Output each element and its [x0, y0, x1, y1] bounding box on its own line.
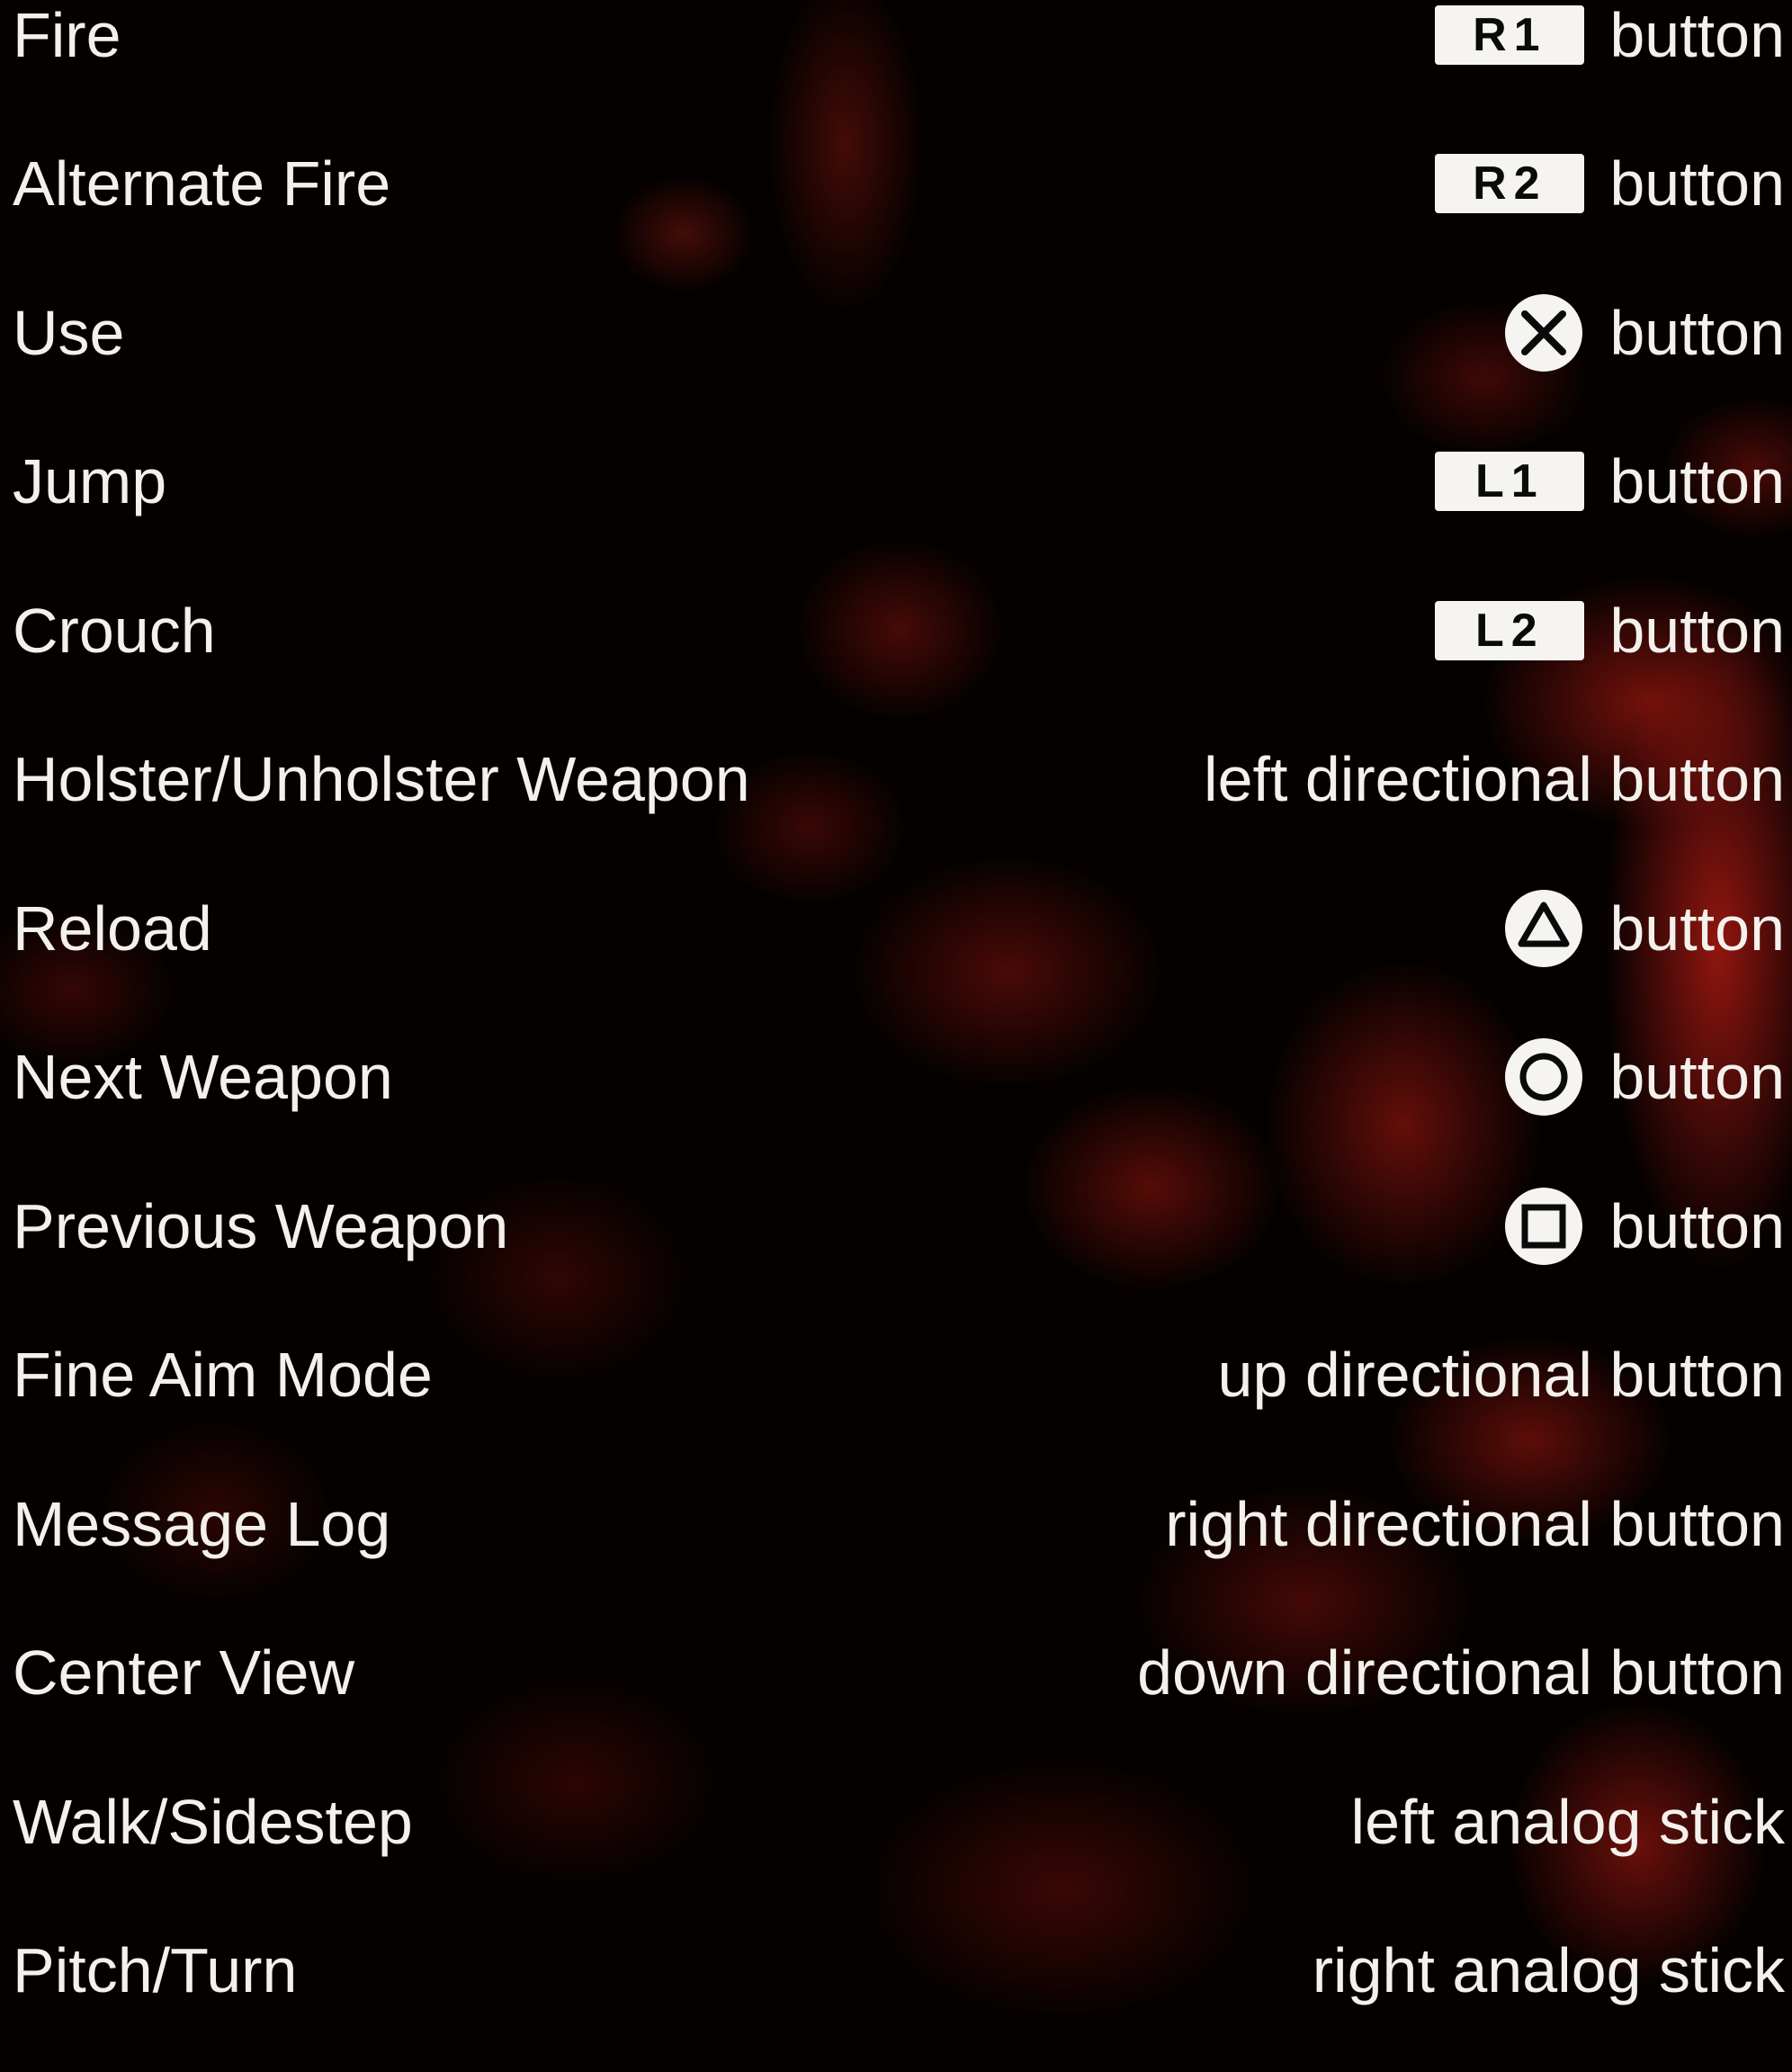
- control-row-crouch: Crouch L2 button: [13, 583, 1785, 732]
- l2-key-icon: L2: [1435, 601, 1585, 660]
- binding: L1 button: [1435, 434, 1785, 529]
- binding-label: button: [1609, 148, 1785, 219]
- control-row-previous-weapon: Previous Weapon button: [13, 1179, 1785, 1328]
- r2-key-icon: R2: [1435, 154, 1585, 213]
- l1-key-icon: L1: [1435, 452, 1585, 511]
- binding: L2 button: [1435, 583, 1785, 678]
- control-row-use: Use button: [13, 285, 1785, 435]
- binding-label: button: [1609, 596, 1785, 666]
- triangle-icon: [1503, 888, 1584, 969]
- action-label: Reload: [13, 893, 212, 964]
- binding-label: up directional button: [1217, 1340, 1785, 1410]
- control-row-fire: Fire R1 button: [13, 0, 1785, 137]
- binding-label: button: [1609, 1042, 1785, 1112]
- cross-icon: [1503, 292, 1584, 373]
- binding: left analog stick: [1351, 1774, 1785, 1870]
- action-label: Pitch/Turn: [13, 1935, 298, 2005]
- control-row-reload: Reload button: [13, 881, 1785, 1030]
- action-label: Next Weapon: [13, 1042, 393, 1112]
- binding-label: button: [1609, 446, 1785, 516]
- binding-label: right directional button: [1165, 1489, 1785, 1559]
- binding: R1 button: [1435, 0, 1785, 83]
- control-row-alternate-fire: Alternate Fire R2 button: [13, 136, 1785, 285]
- binding-label: button: [1609, 0, 1785, 70]
- binding-label: left directional button: [1204, 744, 1785, 814]
- binding: button: [1503, 285, 1785, 381]
- binding: button: [1503, 881, 1785, 976]
- binding-label: right analog stick: [1312, 1935, 1785, 2005]
- action-label: Fine Aim Mode: [13, 1340, 433, 1410]
- action-label: Fire: [13, 0, 121, 70]
- control-row-pitch-turn: Pitch/Turn right analog stick: [13, 1923, 1785, 2072]
- controls-list: Fire R1 button Alternate Fire R2 button …: [0, 0, 1792, 2025]
- control-row-center-view: Center View down directional button: [13, 1625, 1785, 1774]
- action-label: Use: [13, 298, 125, 368]
- action-label: Message Log: [13, 1489, 391, 1559]
- control-row-next-weapon: Next Weapon button: [13, 1029, 1785, 1179]
- circle-icon: [1503, 1036, 1584, 1117]
- binding: button: [1503, 1029, 1785, 1125]
- square-icon: [1503, 1186, 1584, 1267]
- binding-label: button: [1609, 893, 1785, 964]
- action-label: Holster/Unholster Weapon: [13, 744, 750, 814]
- binding: button: [1503, 1179, 1785, 1274]
- r1-key-icon: R1: [1435, 5, 1585, 65]
- control-row-walk-sidestep: Walk/Sidestep left analog stick: [13, 1774, 1785, 1924]
- binding: R2 button: [1435, 136, 1785, 231]
- binding: right analog stick: [1313, 1923, 1785, 2018]
- binding: up directional button: [1218, 1327, 1785, 1422]
- action-label: Jump: [13, 446, 167, 516]
- binding: right directional button: [1165, 1476, 1785, 1572]
- binding-label: down directional button: [1137, 1637, 1785, 1708]
- binding: down directional button: [1137, 1625, 1785, 1720]
- action-label: Walk/Sidestep: [13, 1787, 413, 1857]
- control-row-message-log: Message Log right directional button: [13, 1476, 1785, 1626]
- action-label: Crouch: [13, 596, 216, 666]
- control-row-jump: Jump L1 button: [13, 434, 1785, 583]
- binding-label: button: [1609, 298, 1785, 368]
- control-row-holster: Holster/Unholster Weapon left directiona…: [13, 731, 1785, 881]
- binding-label: button: [1609, 1191, 1785, 1261]
- action-label: Center View: [13, 1637, 355, 1708]
- binding: left directional button: [1204, 731, 1785, 827]
- binding-label: left analog stick: [1350, 1787, 1785, 1857]
- action-label: Previous Weapon: [13, 1191, 509, 1261]
- control-row-fine-aim: Fine Aim Mode up directional button: [13, 1327, 1785, 1476]
- action-label: Alternate Fire: [13, 148, 391, 219]
